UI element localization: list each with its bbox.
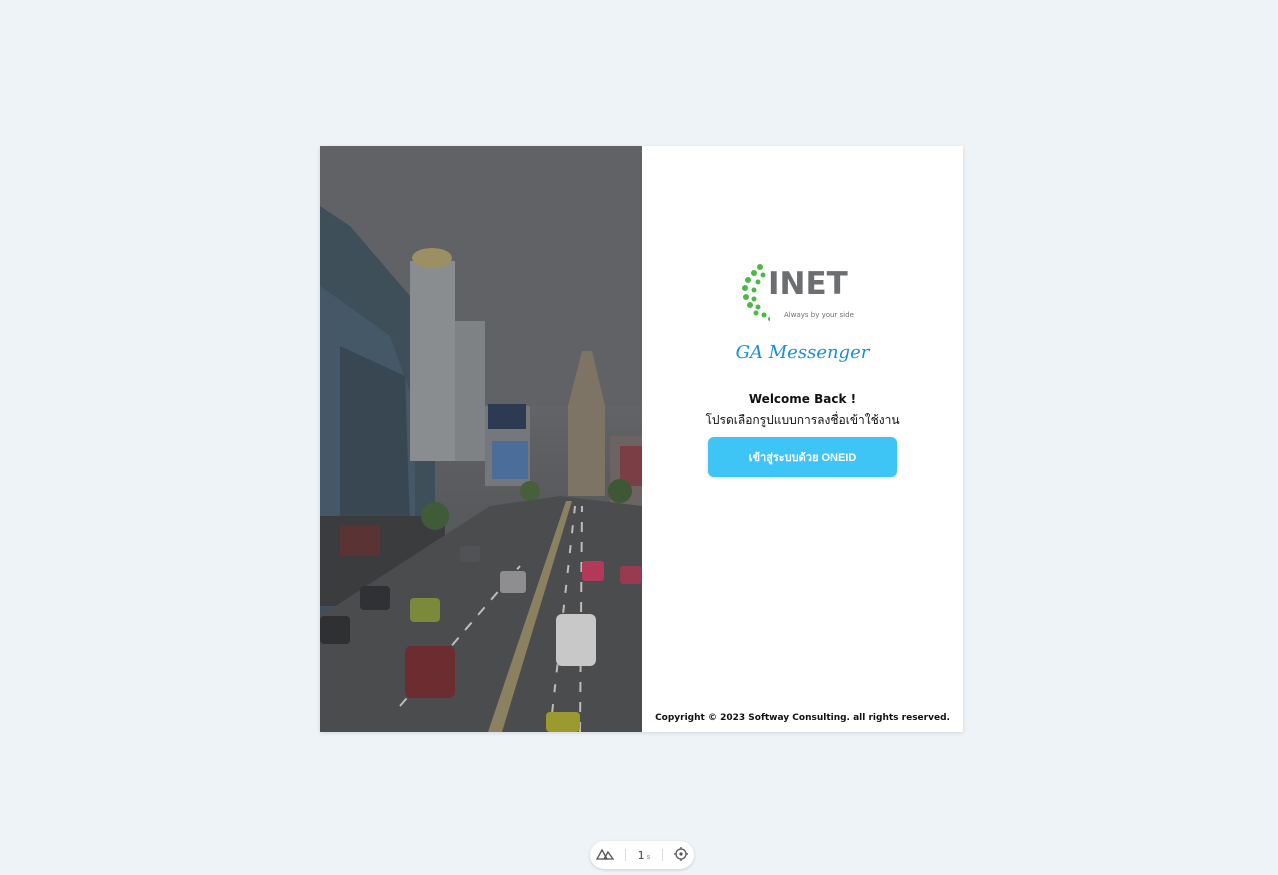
login-panel: INET Always by your side GA Messenger We… — [642, 146, 963, 732]
app-name: GA Messenger — [735, 342, 870, 363]
render-time: 1s — [638, 849, 651, 862]
logo-dots-icon — [742, 264, 770, 321]
login-card: INET Always by your side GA Messenger We… — [320, 146, 963, 732]
login-subtitle: โปรดเลือกรูปแบบการลงชื่อเข้าใช้งาน — [705, 413, 900, 427]
city-street-photo — [320, 146, 642, 732]
logo-tagline: Always by your side — [784, 311, 854, 319]
oneid-login-button[interactable]: เข้าสู่ระบบด้วย ONEID — [708, 437, 897, 477]
inet-logo: INET Always by your side — [740, 264, 864, 324]
target-icon[interactable] — [674, 846, 689, 864]
copyright-text: Copyright © 2023 Softway Consulting. all… — [655, 713, 950, 723]
city-illustration — [320, 146, 642, 732]
render-time-unit: s — [646, 852, 651, 861]
toolbar-divider — [661, 849, 663, 861]
logo-wordmark: INET — [768, 266, 848, 302]
nuxt-icon[interactable] — [595, 848, 614, 863]
dev-toolbar[interactable]: 1s — [590, 841, 694, 869]
toolbar-divider — [625, 849, 627, 861]
render-time-value: 1 — [637, 848, 645, 862]
welcome-heading: Welcome Back ! — [748, 392, 857, 406]
